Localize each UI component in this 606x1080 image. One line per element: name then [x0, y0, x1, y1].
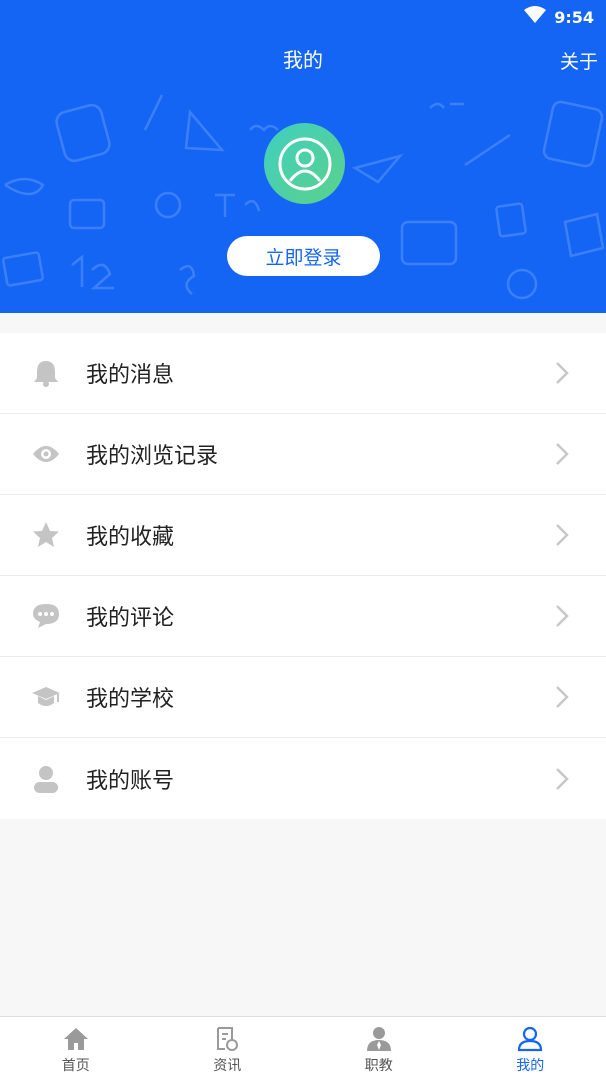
- menu-item-label: 我的浏览记录: [86, 444, 219, 469]
- wifi-icon: [524, 6, 547, 28]
- chevron-right-icon: [552, 682, 572, 712]
- chevron-right-icon: [552, 520, 572, 550]
- about-link[interactable]: 关于: [560, 47, 598, 74]
- tab-home[interactable]: 首页: [0, 1017, 152, 1080]
- tab-news[interactable]: 资讯: [152, 1017, 304, 1080]
- chevron-right-icon: [552, 358, 572, 388]
- news-icon: [213, 1025, 241, 1053]
- profile-icon: [516, 1025, 544, 1053]
- login-button[interactable]: 立即登录: [227, 236, 380, 276]
- menu-item-comments[interactable]: 我的评论: [0, 576, 606, 657]
- chevron-right-icon: [552, 439, 572, 469]
- avatar-user-icon: [278, 137, 331, 190]
- tab-label: 资讯: [213, 1058, 242, 1074]
- tab-label: 职教: [364, 1058, 393, 1074]
- menu-item-label: 我的账号: [86, 768, 175, 794]
- tab-label: 我的: [516, 1058, 545, 1074]
- menu-item-label: 我的学校: [86, 687, 175, 712]
- home-icon: [62, 1025, 90, 1053]
- menu-item-school[interactable]: 我的学校: [0, 657, 606, 738]
- eye-icon: [31, 439, 61, 469]
- avatar[interactable]: [264, 123, 345, 204]
- tab-mine[interactable]: 我的: [455, 1017, 606, 1080]
- chat-bubble-icon: [31, 601, 61, 631]
- star-icon: [31, 520, 61, 550]
- bottom-tab-bar: 首页 资讯 职教 我的: [0, 1016, 606, 1080]
- tab-label: 首页: [61, 1058, 90, 1074]
- menu-list: 我的消息 我的浏览记录 我的收藏 我的评论 我的学校 我的账号: [0, 333, 606, 819]
- page-title: 我的: [283, 48, 323, 72]
- bell-icon: [31, 358, 61, 388]
- chevron-right-icon: [552, 764, 572, 794]
- status-time: 9:54: [554, 7, 594, 27]
- user-icon: [31, 764, 61, 794]
- profile-header: 9:54 我的 关于 立即登录: [0, 0, 606, 313]
- chevron-right-icon: [552, 601, 572, 631]
- graduation-cap-icon: [31, 682, 61, 712]
- teacher-icon: [365, 1025, 393, 1053]
- status-bar: 9:54: [524, 6, 594, 28]
- tab-vocational[interactable]: 职教: [303, 1017, 455, 1080]
- menu-item-messages[interactable]: 我的消息: [0, 333, 606, 414]
- menu-item-label: 我的消息: [86, 363, 175, 388]
- menu-item-label: 我的评论: [86, 606, 175, 631]
- menu-item-favorites[interactable]: 我的收藏: [0, 495, 606, 576]
- menu-item-history[interactable]: 我的浏览记录: [0, 414, 606, 495]
- menu-item-account[interactable]: 我的账号: [0, 738, 606, 819]
- menu-item-label: 我的收藏: [86, 525, 175, 550]
